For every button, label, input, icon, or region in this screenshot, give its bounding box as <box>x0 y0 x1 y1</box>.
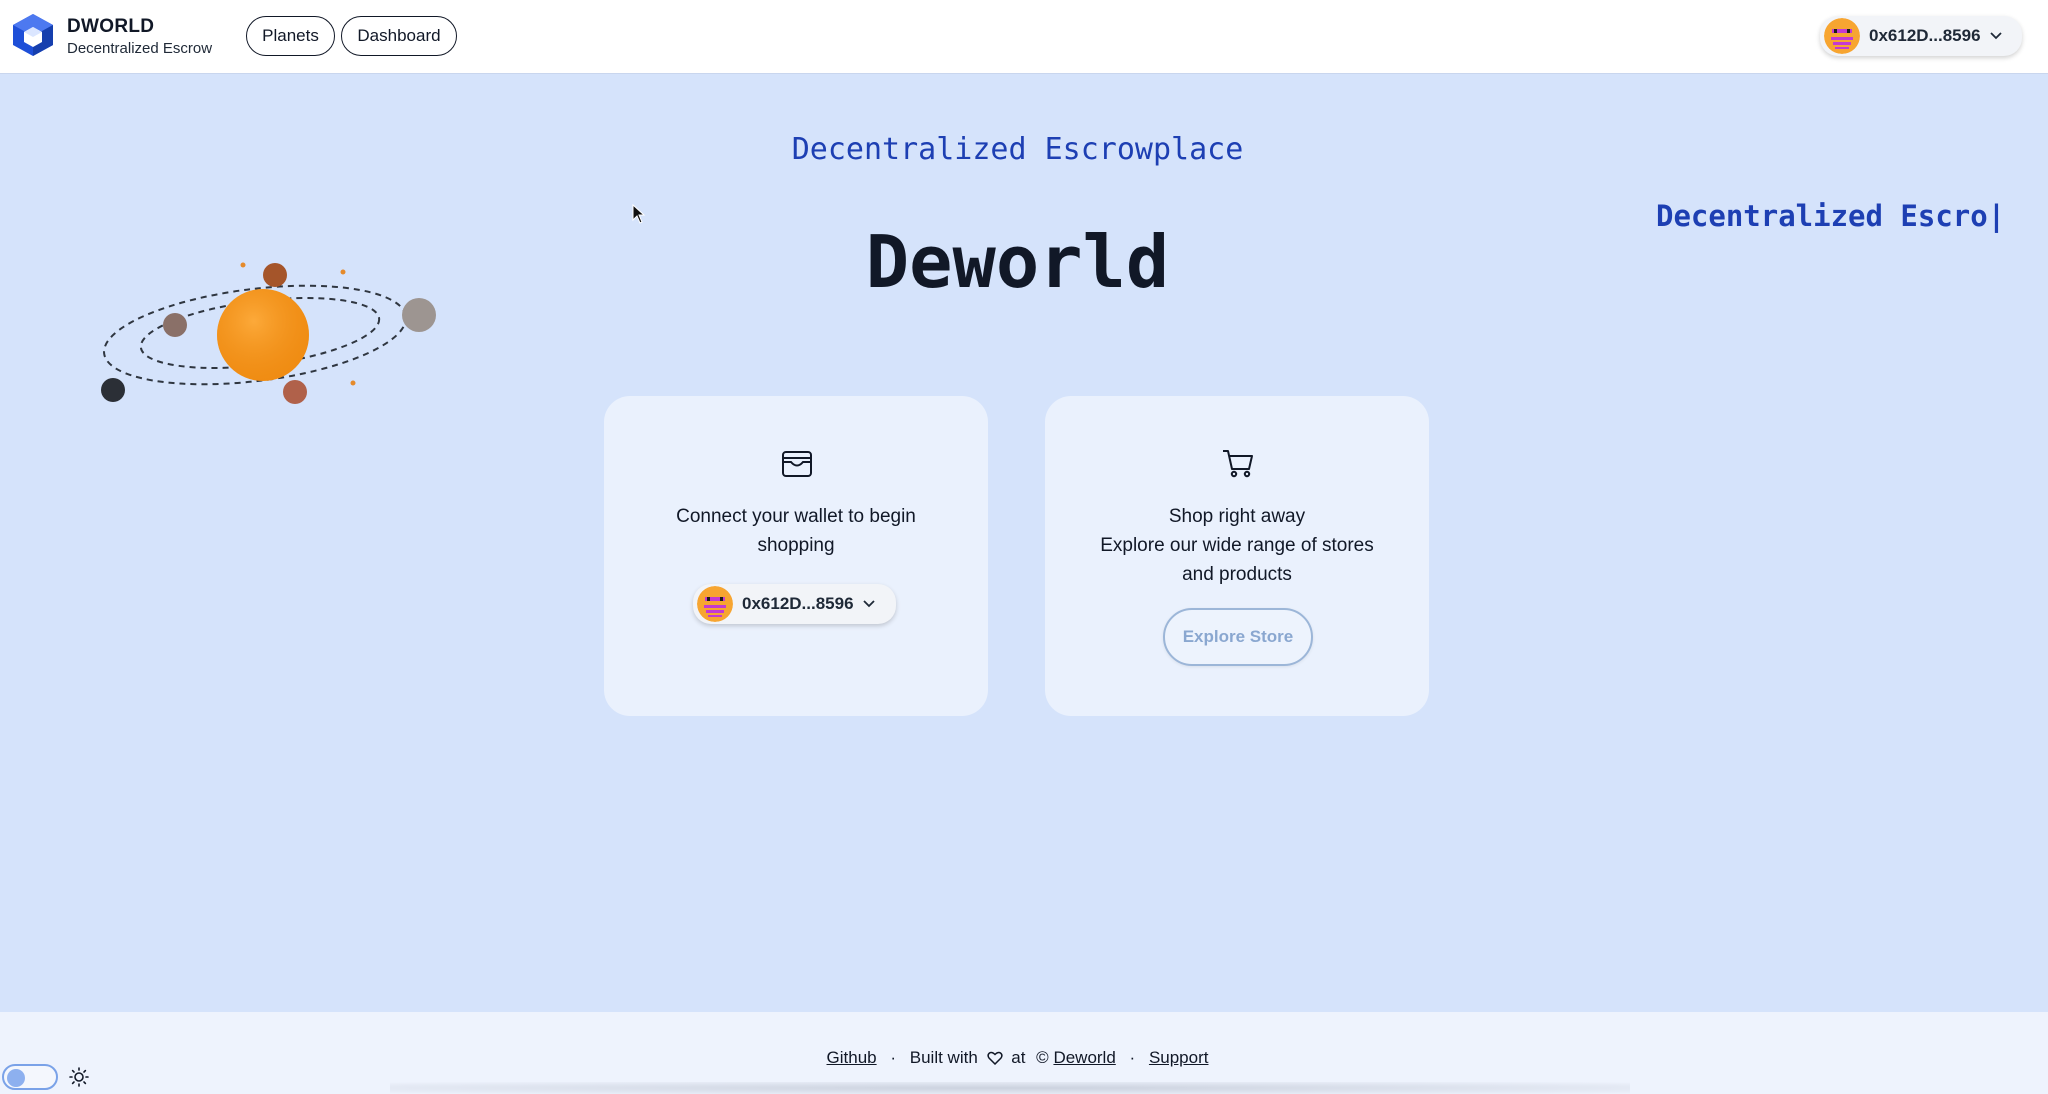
built-with-text: Built with <box>909 1048 978 1067</box>
chevron-down-icon <box>862 600 875 608</box>
connect-wallet-card: Connect your wallet to begin shopping <box>604 396 988 716</box>
support-link[interactable]: Support <box>1149 1048 1209 1067</box>
sun-icon <box>69 1067 89 1087</box>
wallet-account-button[interactable]: 0x612D...8596 <box>1820 16 2022 56</box>
avatar <box>1824 18 1860 54</box>
separator: · <box>890 1048 897 1067</box>
wallet-address: 0x612D...8596 <box>1869 26 1981 45</box>
wallet-address: 0x612D...8596 <box>742 594 854 613</box>
solar-system-illustration <box>101 262 436 404</box>
brand-subtitle: Decentralized Escrow <box>67 40 213 57</box>
top-header: DWORLD Decentralized Escrow Planets Dash… <box>0 0 2048 74</box>
github-link[interactable]: Github <box>827 1048 877 1067</box>
mouse-cursor-icon <box>632 204 646 224</box>
copyright-symbol: © <box>1036 1048 1049 1067</box>
card-wallet-button[interactable]: 0x612D...8596 <box>693 584 896 624</box>
toggle-knob <box>7 1069 25 1087</box>
heart-icon <box>986 1051 1003 1065</box>
explore-store-button[interactable]: Explore Store <box>1163 608 1313 666</box>
nav-dashboard-button[interactable]: Dashboard <box>341 16 457 56</box>
nav-planets-button[interactable]: Planets <box>246 16 335 56</box>
shop-heading: Shop right away <box>1168 506 1306 527</box>
deworld-link[interactable]: Deworld <box>1053 1048 1115 1067</box>
cube-logo-icon[interactable] <box>10 12 56 58</box>
separator: · <box>1129 1048 1136 1067</box>
hero-subtitle: Decentralized Escrowplace <box>791 132 1244 167</box>
wallet-icon <box>782 451 812 477</box>
footer-links: Github · Built with at © Deworld · Suppo… <box>0 1048 2035 1068</box>
chevron-down-icon <box>1989 32 2002 40</box>
avatar <box>697 586 733 622</box>
brand-title: DWORLD <box>67 16 155 37</box>
shop-card: Shop right away Explore our wide range o… <box>1045 396 1429 716</box>
shop-card-text: Shop right away Explore our wide range o… <box>1085 502 1389 589</box>
at-text: at <box>1011 1048 1026 1067</box>
brand: DWORLD Decentralized Escrow <box>67 16 212 57</box>
cart-icon <box>1223 450 1253 478</box>
shop-description: Explore our wide range of stores and pro… <box>1100 535 1374 585</box>
connect-wallet-text: Connect your wallet to begin shopping <box>676 506 916 556</box>
footer-shadow <box>390 1082 1630 1094</box>
